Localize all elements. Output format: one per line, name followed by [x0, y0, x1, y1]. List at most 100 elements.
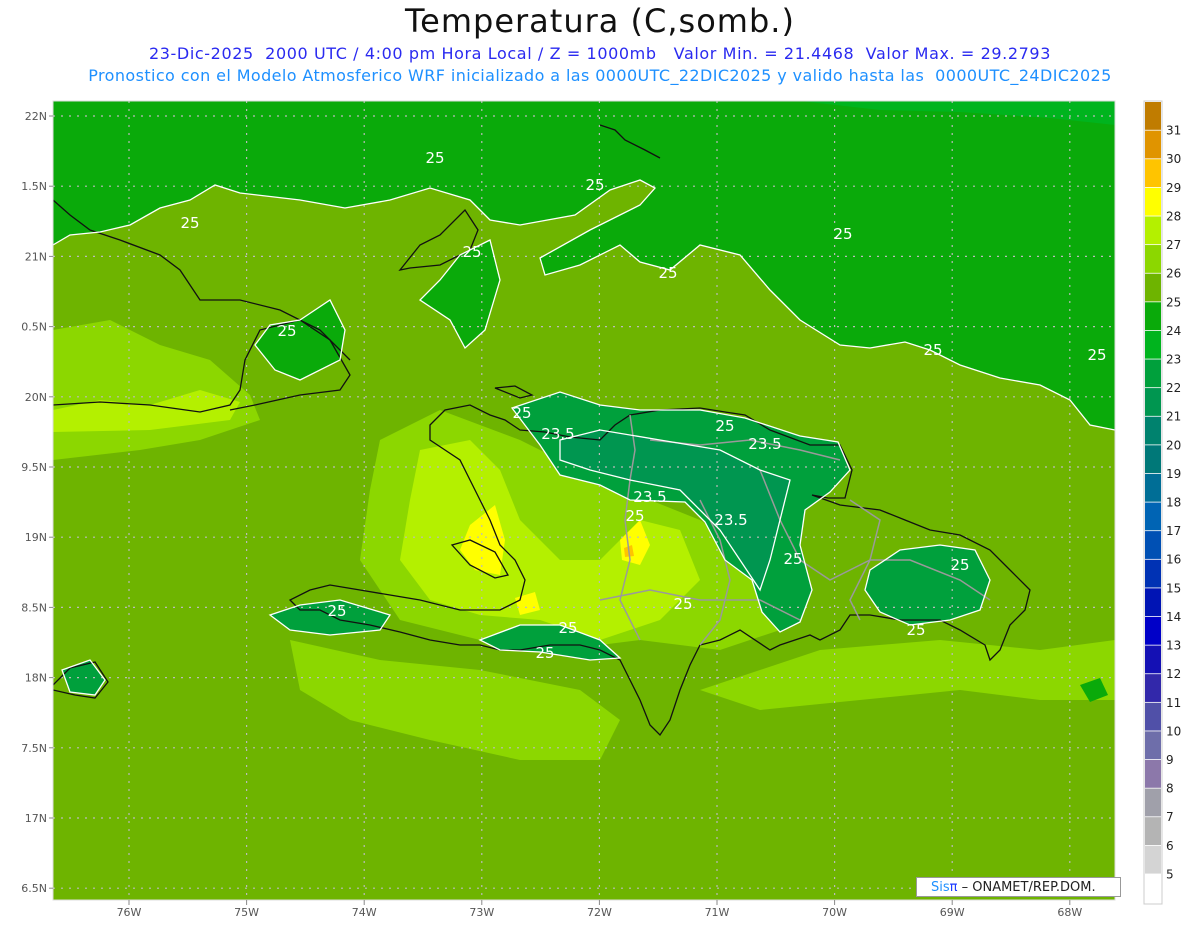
longitude-label: 72W: [587, 906, 612, 919]
contour-label: 23.5: [633, 488, 666, 506]
latitude-label: 6.5N: [21, 882, 47, 895]
colorbar-label: 16: [1166, 553, 1181, 567]
colorbar-label: 28: [1166, 209, 1181, 223]
latitude-label: 20N: [25, 391, 47, 404]
colorbar-segment: [1145, 702, 1161, 731]
colorbar-segment: [1145, 330, 1161, 359]
latitude-label: 21N: [25, 250, 47, 263]
colorbar: 31 30 29 28 27 26 25 24 23 22 21 20 19 18 17 16 15 14 13 12…: [1143, 100, 1181, 905]
colorbar-label: 7: [1166, 810, 1174, 824]
colorbar-segment: [1145, 102, 1161, 130]
contour-label: 25: [673, 595, 692, 613]
colorbar-segment: [1145, 359, 1161, 388]
longitude-label: 69W: [940, 906, 965, 919]
colorbar-label: 29: [1166, 181, 1181, 195]
contour-label: 25: [512, 404, 531, 422]
longitude-labels: 76W 75W 74W 73W 72W 71W 70W 69W 68W: [117, 900, 1082, 919]
colorbar-label: 30: [1166, 152, 1181, 166]
colorbar-label: 11: [1166, 696, 1181, 710]
colorbar-segment: [1145, 674, 1161, 702]
longitude-label: 74W: [352, 906, 377, 919]
colorbar-segment: [1145, 416, 1161, 445]
colorbar-label: 21: [1166, 410, 1181, 424]
longitude-label: 75W: [234, 906, 259, 919]
colorbar-segment: [1145, 817, 1161, 845]
colorbar-label: 19: [1166, 467, 1181, 481]
colorbar-segment: [1145, 845, 1161, 874]
colorbar-label: 17: [1166, 524, 1181, 538]
shaded-field: 2525252525252525 252523.5 2523.523.525 23.5…: [53, 101, 1115, 900]
contour-label: 25: [462, 243, 481, 261]
colorbar-segment: [1145, 273, 1161, 302]
latitude-label: 8.5N: [21, 601, 47, 614]
colorbar-segment: [1145, 731, 1161, 760]
contour-label: 25: [277, 322, 296, 340]
contour-label: 25: [1087, 346, 1106, 364]
colorbar-segment: [1145, 216, 1161, 245]
colorbar-segment: [1145, 874, 1161, 903]
colorbar-label: 24: [1166, 324, 1181, 338]
colorbar-label: 22: [1166, 381, 1181, 395]
colorbar-segment: [1145, 531, 1161, 559]
colorbar-segment: [1145, 588, 1161, 617]
colorbar-label: 20: [1166, 438, 1181, 452]
colorbar-segment: [1145, 388, 1161, 416]
contour-label: 25: [585, 176, 604, 194]
colorbar-label: 6: [1166, 839, 1174, 853]
forecast-time-info: 23-Dic-2025 2000 UTC / 4:00 pm Hora Loca…: [149, 44, 1051, 63]
colorbar-segment: [1145, 645, 1161, 674]
colorbar-segment: [1145, 245, 1161, 273]
contour-label: 23.5: [748, 435, 781, 453]
colorbar-segment: [1145, 302, 1161, 331]
latitude-label: 22N: [25, 110, 47, 123]
latitude-labels: 22N 1.5N 21N 0.5N 20N 9.5N 19N 8.5N 18N 7.5N 17N 6.…: [21, 110, 53, 895]
colorbar-label: 25: [1166, 295, 1181, 309]
map-title: Temperatura (C,somb.): [405, 2, 795, 40]
contour-label: 25: [625, 507, 644, 525]
contour-label: 25: [923, 341, 942, 359]
contour-label: 23.5: [541, 425, 574, 443]
contour-label: 25: [180, 214, 199, 232]
colorbar-label: 9: [1166, 753, 1174, 767]
colorbar-segment: [1145, 559, 1161, 588]
credit-org: – ONAMET/REP.DOM.: [957, 880, 1096, 895]
colorbar-label: 26: [1166, 267, 1181, 281]
contour-label: 25: [715, 417, 734, 435]
longitude-label: 70W: [822, 906, 847, 919]
colorbar-segment: [1145, 788, 1161, 817]
colorbar-segment: [1145, 502, 1161, 531]
colorbar-segment: [1145, 473, 1161, 502]
longitude-label: 73W: [469, 906, 494, 919]
contour-label: 25: [906, 621, 925, 639]
colorbar-label: 15: [1166, 581, 1181, 595]
colorbar-segment: [1145, 187, 1161, 216]
colorbar-segment: [1145, 445, 1161, 474]
colorbar-segment: [1145, 159, 1161, 188]
contour-label: 25: [783, 550, 802, 568]
colorbar-label: 14: [1166, 610, 1181, 624]
contour-label: 25: [425, 149, 444, 167]
latitude-label: 17N: [25, 812, 47, 825]
colorbar-label: 12: [1166, 667, 1181, 681]
colorbar-segment: [1145, 616, 1161, 645]
contour-label: 25: [950, 556, 969, 574]
longitude-label: 68W: [1057, 906, 1082, 919]
latitude-label: 1.5N: [21, 180, 47, 193]
colorbar-label: 8: [1166, 782, 1174, 796]
colorbar-segment: [1145, 130, 1161, 159]
colorbar-label: 5: [1166, 867, 1174, 881]
contour-label: 25: [833, 225, 852, 243]
contour-label: 25: [535, 644, 554, 662]
latitude-label: 0.5N: [21, 321, 47, 334]
colorbar-segment: [1145, 759, 1161, 788]
contour-label: 23.5: [714, 511, 747, 529]
latitude-label: 7.5N: [21, 742, 47, 755]
colorbar-label: 18: [1166, 496, 1181, 510]
colorbar-label: 10: [1166, 724, 1181, 738]
contour-label: 25: [558, 619, 577, 637]
colorbar-label: 23: [1166, 352, 1181, 366]
temperature-map: 2525252525252525 252523.5 2523.523.525 23.5…: [21, 100, 1181, 919]
latitude-label: 9.5N: [21, 461, 47, 474]
colorbar-label: 31: [1166, 124, 1181, 138]
credit-sis: Sis: [931, 880, 950, 895]
